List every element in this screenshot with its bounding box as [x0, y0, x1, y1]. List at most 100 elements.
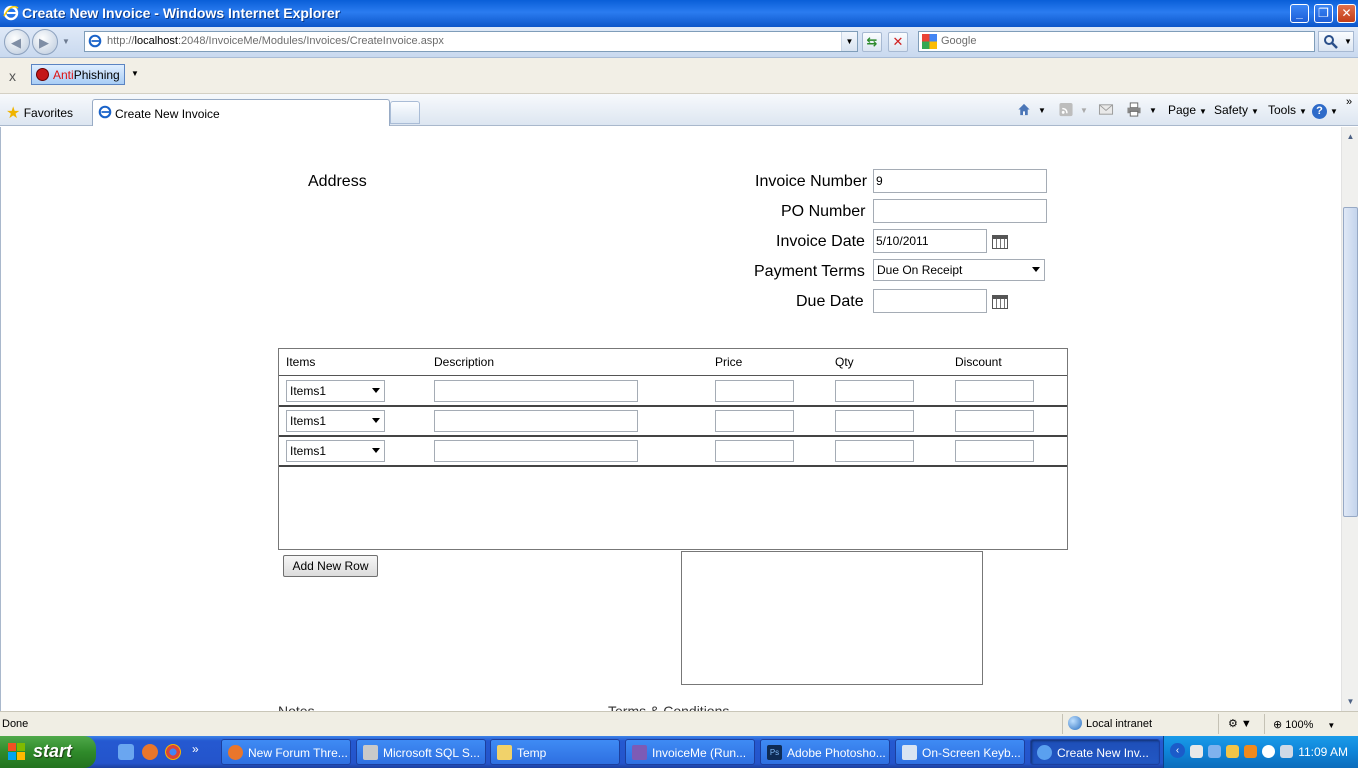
print-icon[interactable] — [1126, 102, 1142, 117]
close-window-button[interactable]: ✕ — [1337, 4, 1356, 23]
home-dropdown-icon[interactable]: ▼ — [1038, 106, 1046, 115]
tools-menu[interactable]: Tools ▼ — [1268, 103, 1307, 117]
discount-input[interactable] — [955, 440, 1034, 462]
back-arrow-icon: ◀ — [11, 35, 21, 50]
zoom-button[interactable]: ⊕ 100% ▼ — [1273, 718, 1335, 731]
invoice-date-calendar-icon[interactable] — [992, 235, 1008, 249]
vertical-scrollbar[interactable]: ▲ ▼ — [1341, 127, 1358, 711]
visual-studio-icon — [632, 745, 647, 760]
taskbar-button-invoiceme[interactable]: InvoiceMe (Run... — [625, 739, 755, 765]
quicklaunch-chrome-icon[interactable] — [165, 744, 181, 760]
more-commands-chevron-icon[interactable]: » — [1346, 96, 1352, 108]
feeds-dropdown-icon[interactable]: ▼ — [1080, 106, 1088, 115]
invoice-number-input[interactable] — [873, 169, 1047, 193]
payment-terms-label: Payment Terms — [754, 263, 865, 280]
scroll-up-icon[interactable]: ▲ — [1343, 129, 1358, 144]
recent-pages-chevron-icon[interactable]: ▼ — [62, 37, 70, 46]
ie-icon — [1037, 745, 1052, 760]
print-dropdown-icon[interactable]: ▼ — [1149, 106, 1157, 115]
system-tray: ‹ 11:09 AM — [1163, 736, 1358, 768]
chevron-down-icon — [372, 418, 380, 423]
discount-input[interactable] — [955, 410, 1034, 432]
item-select[interactable]: Items1 — [286, 440, 385, 462]
new-tab-button[interactable] — [390, 101, 420, 124]
discount-input[interactable] — [955, 380, 1034, 402]
payment-terms-select[interactable]: Due On Receipt — [873, 259, 1045, 281]
tray-office-icon[interactable] — [1244, 745, 1257, 758]
tray-link-icon[interactable] — [1208, 745, 1221, 758]
invoice-date-input[interactable] — [873, 229, 987, 253]
item-select-value: Items1 — [290, 414, 327, 428]
address-toolbar: ◀ ▶ ▼ http://localhost:2048/InvoiceMe/Mo… — [0, 27, 1358, 58]
address-dropdown-icon[interactable]: ▼ — [841, 32, 857, 51]
item-select[interactable]: Items1 — [286, 410, 385, 432]
antiphishing-dropdown-icon[interactable]: ▼ — [131, 69, 139, 78]
tray-volume-icon[interactable] — [1280, 745, 1293, 758]
home-icon[interactable] — [1016, 102, 1032, 117]
windows-logo-icon — [8, 743, 25, 760]
taskbar-button-temp[interactable]: Temp — [490, 739, 620, 765]
price-input[interactable] — [715, 410, 794, 432]
feeds-icon[interactable] — [1058, 102, 1074, 117]
safety-menu[interactable]: Safety ▼ — [1214, 103, 1259, 117]
page-menu[interactable]: Page ▼ — [1168, 103, 1207, 117]
due-date-calendar-icon[interactable] — [992, 295, 1008, 309]
description-input[interactable] — [434, 410, 638, 432]
taskbar-button-photoshop[interactable]: Ps Adobe Photosho... — [760, 739, 890, 765]
description-input[interactable] — [434, 440, 638, 462]
taskbar-button-sql[interactable]: Microsoft SQL S... — [356, 739, 486, 765]
search-input[interactable]: Google — [918, 31, 1315, 52]
forward-arrow-icon: ▶ — [39, 35, 49, 50]
item-select[interactable]: Items1 — [286, 380, 385, 402]
search-button[interactable]: ▼ — [1318, 31, 1354, 52]
due-date-label: Due Date — [796, 293, 864, 310]
tab-create-new-invoice[interactable]: Create New Invoice — [92, 99, 390, 126]
google-icon — [922, 34, 937, 49]
tray-users-icon[interactable] — [1226, 745, 1239, 758]
po-number-input[interactable] — [873, 199, 1047, 223]
minimize-button[interactable]: _ — [1290, 4, 1309, 23]
notes-textarea[interactable] — [681, 551, 983, 685]
magnifier-icon — [1324, 35, 1338, 49]
taskbar-button-forum[interactable]: New Forum Thre... — [221, 739, 351, 765]
antiphishing-button[interactable]: AntiPhishing — [31, 64, 125, 85]
qty-input[interactable] — [835, 440, 914, 462]
tab-label: Create New Invoice — [115, 107, 220, 121]
due-date-input[interactable] — [873, 289, 987, 313]
mail-icon[interactable] — [1098, 102, 1114, 117]
quicklaunch-firefox-icon[interactable] — [142, 744, 158, 760]
scroll-thumb[interactable] — [1343, 207, 1358, 517]
address-input[interactable]: http://localhost:2048/InvoiceMe/Modules/… — [84, 31, 858, 52]
price-input[interactable] — [715, 440, 794, 462]
header-description: Description — [434, 355, 495, 369]
tray-expand-icon[interactable]: ‹ — [1170, 743, 1185, 758]
protected-mode-icon[interactable]: ⚙ ▼ — [1228, 717, 1252, 730]
sql-tools-icon — [363, 745, 378, 760]
restore-button[interactable]: ❐ — [1314, 4, 1333, 23]
qty-input[interactable] — [835, 410, 914, 432]
chevron-down-icon — [372, 448, 380, 453]
forward-button[interactable]: ▶ — [32, 29, 58, 55]
toolbar-close-button[interactable]: x — [9, 68, 16, 84]
quicklaunch-more-chevron-icon[interactable]: » — [192, 742, 199, 756]
back-button[interactable]: ◀ — [4, 29, 30, 55]
table-row: Items1 — [279, 437, 1067, 467]
stop-button[interactable]: ✕ — [888, 32, 908, 52]
quicklaunch-desktop-icon[interactable] — [118, 744, 134, 760]
tray-network-icon[interactable] — [1190, 745, 1203, 758]
taskbar-button-osk[interactable]: On-Screen Keyb... — [895, 739, 1025, 765]
chevron-down-icon — [1032, 267, 1040, 272]
description-input[interactable] — [434, 380, 638, 402]
add-new-row-button[interactable]: Add New Row — [283, 555, 378, 577]
price-input[interactable] — [715, 380, 794, 402]
taskbar-button-ie[interactable]: Create New Inv... — [1030, 739, 1160, 765]
scroll-down-icon[interactable]: ▼ — [1343, 694, 1358, 709]
start-button[interactable]: start — [0, 736, 96, 768]
search-options-chevron-icon: ▼ — [1344, 37, 1352, 46]
refresh-button[interactable]: ⇆ — [862, 32, 882, 52]
favorites-button[interactable]: ★ Favorites — [6, 102, 73, 122]
qty-input[interactable] — [835, 380, 914, 402]
help-menu[interactable]: ? ▼ — [1312, 103, 1338, 119]
header-qty: Qty — [835, 355, 854, 369]
tray-clock-app-icon[interactable] — [1262, 745, 1275, 758]
